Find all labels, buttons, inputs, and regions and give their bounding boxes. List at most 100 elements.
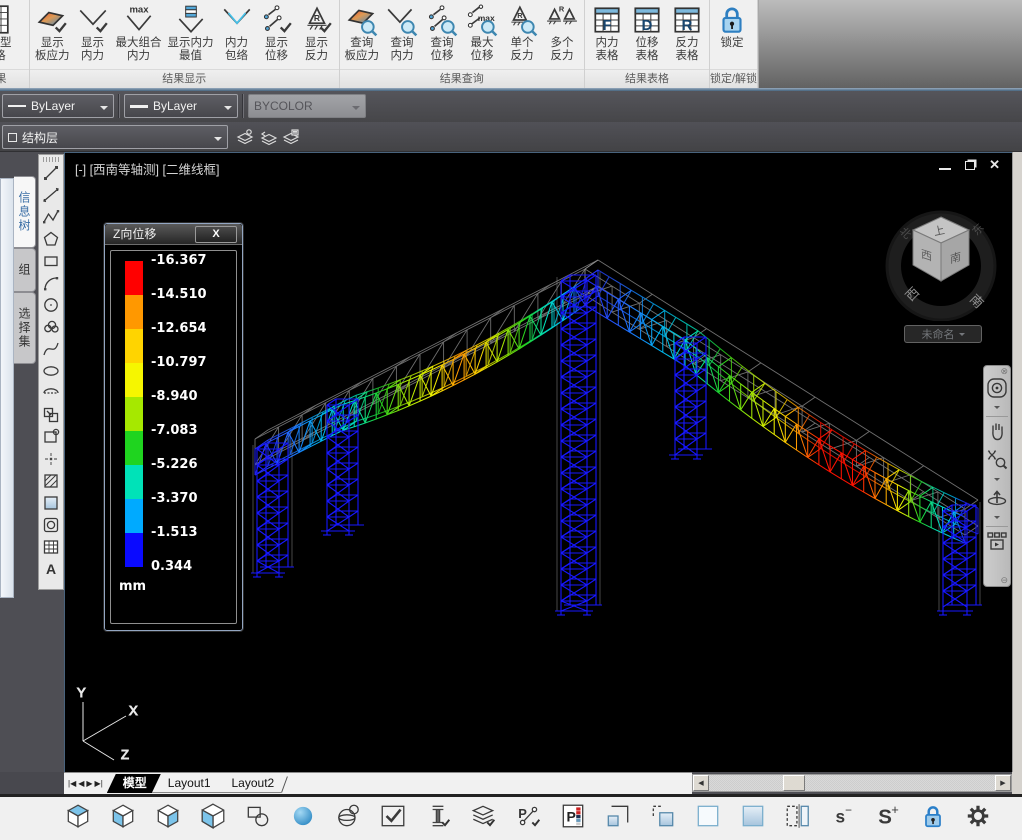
navbar-close-icon[interactable]: ⊗ bbox=[1000, 367, 1008, 376]
ribbon-button-displacement-table[interactable]: D位移表格 bbox=[627, 1, 667, 64]
restore-icon[interactable] bbox=[965, 161, 975, 170]
toolbar-grip[interactable] bbox=[43, 157, 59, 162]
navbar-minimize-icon[interactable]: ⊖ bbox=[1000, 576, 1008, 585]
draw-tool-arc[interactable] bbox=[40, 274, 62, 296]
draw-tool-point[interactable] bbox=[40, 450, 62, 472]
first-tab-button[interactable]: |◀ bbox=[68, 775, 76, 793]
scrollbar-track[interactable] bbox=[709, 775, 995, 791]
collapsed-palette-edge[interactable] bbox=[0, 178, 14, 598]
ribbon-button-reaction-table[interactable]: R反力表格 bbox=[667, 1, 707, 64]
navbar-tool-zoom[interactable] bbox=[984, 448, 1010, 477]
navbar-tool-showmotion[interactable] bbox=[984, 529, 1010, 558]
status-tool-properties-palette[interactable]: P bbox=[553, 800, 593, 838]
status-tool-wireframe-2d[interactable] bbox=[238, 800, 278, 838]
navbar-tool-steering-wheel[interactable] bbox=[984, 376, 1010, 405]
draw-tool-gradient[interactable] bbox=[40, 494, 62, 516]
draw-tool-polygon[interactable] bbox=[40, 230, 62, 252]
last-tab-button[interactable]: ▶| bbox=[95, 775, 103, 793]
ribbon-button-force-envelope[interactable]: 内力包络 bbox=[217, 1, 257, 64]
ribbon-button-max-displacement[interactable]: max最大位移 bbox=[462, 1, 502, 64]
horizontal-scrollbar[interactable]: ◀ ▶ bbox=[692, 774, 1012, 792]
layer-previous-button[interactable] bbox=[257, 125, 278, 149]
side-tab-选择集[interactable]: 选择集 bbox=[14, 292, 36, 364]
scroll-left-arrow[interactable]: ◀ bbox=[693, 775, 709, 791]
draw-tool-construction-line[interactable] bbox=[40, 186, 62, 208]
plotstyle-dropdown[interactable]: BYCOLOR bbox=[248, 94, 366, 118]
status-tool-wireframe-sphere[interactable] bbox=[328, 800, 368, 838]
layout-tab-Layout2[interactable]: Layout2 bbox=[216, 774, 291, 793]
ribbon-button-force-table[interactable]: F内力表格 bbox=[587, 1, 627, 64]
draw-tool-rectangle[interactable] bbox=[40, 252, 62, 274]
status-tool-view-front[interactable] bbox=[103, 800, 143, 838]
legend-close-button[interactable]: X bbox=[195, 226, 237, 243]
ribbon-button-show-force[interactable]: 显示内力 bbox=[73, 1, 113, 64]
draw-tool-ellipse[interactable] bbox=[40, 362, 62, 384]
status-tool-s-plus[interactable]: S+ bbox=[868, 800, 908, 838]
draw-tool-create-block[interactable] bbox=[40, 428, 62, 450]
ribbon-button-multi-reaction[interactable]: R多个反力 bbox=[542, 1, 582, 64]
legend-window[interactable]: Z向位移 X -16.367-14.510-12.654-10.797-8.94… bbox=[104, 223, 243, 631]
draw-tool-multiline-text[interactable]: A bbox=[40, 560, 62, 582]
navbar-tool-pan[interactable] bbox=[984, 419, 1010, 448]
ribbon-button-show-force-extreme[interactable]: 显示内力最值 bbox=[165, 1, 217, 64]
scroll-right-arrow[interactable]: ▶ bbox=[995, 775, 1011, 791]
draw-tool-ellipse-arc[interactable] bbox=[40, 384, 62, 406]
viewcube-view-dropdown[interactable]: 未命名 bbox=[904, 325, 982, 343]
status-tool-square-outline[interactable] bbox=[688, 800, 728, 838]
status-tool-viewport-split[interactable] bbox=[778, 800, 818, 838]
draw-tool-line[interactable] bbox=[40, 164, 62, 186]
status-tool-settings[interactable] bbox=[958, 800, 998, 838]
status-tool-ibeam-toggle[interactable] bbox=[418, 800, 458, 838]
status-tool-layers-toggle[interactable] bbox=[463, 800, 503, 838]
ribbon-button-query-displacement[interactable]: 查询位移 bbox=[422, 1, 462, 64]
ribbon-button-query-force[interactable]: 查询内力 bbox=[382, 1, 422, 64]
ribbon-button-max-combo-force[interactable]: max最大组合内力 bbox=[113, 1, 165, 64]
navbar-tool-orbit[interactable] bbox=[984, 486, 1010, 515]
ribbon-button-lock[interactable]: 锁定 bbox=[712, 1, 752, 51]
lineweight-dropdown[interactable]: ByLayer bbox=[124, 94, 238, 118]
draw-tool-polyline[interactable] bbox=[40, 208, 62, 230]
status-tool-shaded-sphere[interactable] bbox=[283, 800, 323, 838]
chevron-down-icon[interactable] bbox=[994, 406, 1000, 412]
ribbon-button-show-displacement[interactable]: 显示位移 bbox=[257, 1, 297, 64]
ribbon-button-query-plate-stress[interactable]: 查询板应力 bbox=[342, 1, 383, 64]
draw-tool-revision-cloud[interactable] bbox=[40, 318, 62, 340]
layer-dropdown[interactable]: 结构层 bbox=[2, 125, 228, 149]
draw-tool-insert-block[interactable] bbox=[40, 406, 62, 428]
status-tool-view-isometric[interactable] bbox=[193, 800, 233, 838]
viewport-view-label[interactable]: [-] [西南等轴测] [二维线框] bbox=[75, 159, 219, 178]
side-tab-信息树[interactable]: 信息树 bbox=[14, 176, 36, 248]
layout-tab-Layout1[interactable]: Layout1 bbox=[152, 774, 227, 793]
status-tool-square-filled[interactable] bbox=[733, 800, 773, 838]
ribbon-button-show-plate-stress[interactable]: 显示板应力 bbox=[32, 1, 73, 64]
chevron-down-icon[interactable] bbox=[994, 516, 1000, 522]
ribbon-button-mode-shape-table[interactable]: 期振型表格 bbox=[0, 1, 15, 64]
linetype-dropdown[interactable]: ByLayer bbox=[2, 94, 114, 118]
ribbon-button-show-reaction[interactable]: R显示反力 bbox=[297, 1, 337, 64]
draw-tool-spline[interactable] bbox=[40, 340, 62, 362]
next-tab-button[interactable]: ▶ bbox=[86, 775, 92, 793]
viewcube[interactable]: 西南北东上西南 未命名 bbox=[871, 193, 1011, 348]
draw-tool-circle[interactable] bbox=[40, 296, 62, 318]
side-tab-组[interactable]: 组 bbox=[14, 248, 36, 292]
status-tool-node-points-toggle[interactable]: P bbox=[508, 800, 548, 838]
chevron-down-icon[interactable] bbox=[994, 478, 1000, 484]
draw-tool-table[interactable] bbox=[40, 538, 62, 560]
status-tool-lock[interactable] bbox=[913, 800, 953, 838]
layer-state-button[interactable] bbox=[280, 125, 301, 149]
close-icon[interactable]: ✕ bbox=[989, 158, 1000, 172]
draw-tool-hatch[interactable] bbox=[40, 472, 62, 494]
status-tool-view-side[interactable] bbox=[148, 800, 188, 838]
layer-properties-button[interactable] bbox=[234, 125, 255, 149]
minimize-icon[interactable] bbox=[939, 160, 951, 170]
draw-tool-region[interactable] bbox=[40, 516, 62, 538]
status-tool-corner-snap[interactable] bbox=[598, 800, 638, 838]
status-tool-region-snap[interactable] bbox=[643, 800, 683, 838]
status-tool-select-check[interactable] bbox=[373, 800, 413, 838]
drawing-viewport[interactable]: [-] [西南等轴测] [二维线框] ✕ YXZ Z向位移 X -16.367-… bbox=[64, 152, 1012, 772]
status-tool-view-top[interactable] bbox=[58, 800, 98, 838]
ribbon-button-single-reaction[interactable]: R单个反力 bbox=[502, 1, 542, 64]
prev-tab-button[interactable]: ◀ bbox=[78, 775, 84, 793]
status-tool-s-minus[interactable]: s− bbox=[823, 800, 863, 838]
scrollbar-thumb[interactable] bbox=[783, 775, 805, 791]
